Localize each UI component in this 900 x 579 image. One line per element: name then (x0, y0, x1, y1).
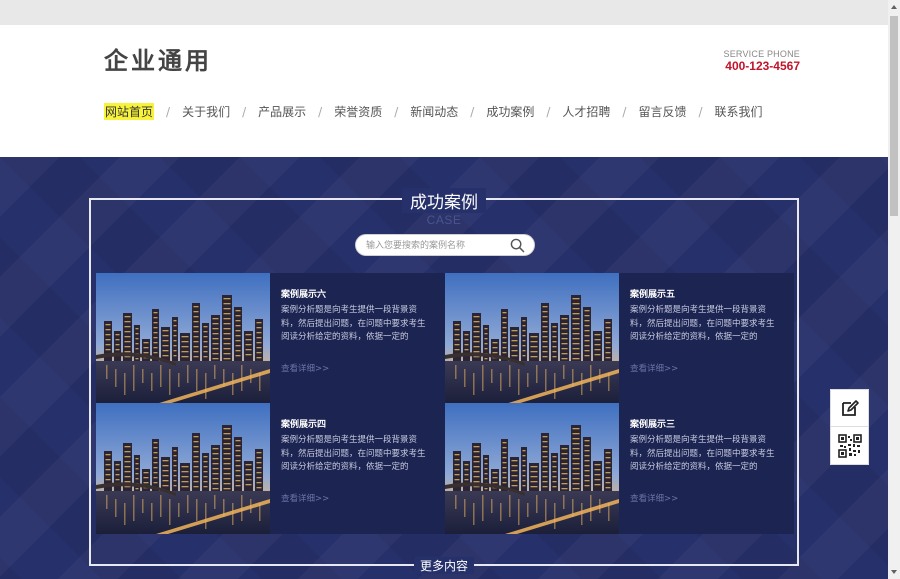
case-card[interactable]: 案例展示三 案例分析题是向考生提供一段背景资料，然后提出问题，在问题中要求考生阅… (445, 403, 794, 534)
case-image[interactable] (445, 273, 619, 404)
site-logo[interactable]: 企业通用 (104, 41, 212, 76)
nav-item-home[interactable]: 网站首页 (104, 103, 155, 120)
city-skyline-image (96, 403, 270, 534)
site-header: 企业通用 SERVICE PHONE 400-123-4567 网站首页 / 关… (0, 25, 888, 157)
nav-separator: / (242, 104, 247, 119)
case-title[interactable]: 案例展示三 (630, 417, 782, 430)
nav-separator: / (546, 104, 551, 119)
page-scrollbar[interactable] (888, 0, 900, 579)
edit-icon (841, 400, 859, 416)
case-image[interactable] (96, 273, 270, 404)
floating-toolbar (830, 389, 869, 465)
nav-item-news[interactable]: 新闻动态 (410, 103, 458, 120)
case-description: 案例分析题是向考生提供一段背景资料，然后提出问题，在问题中要求考生阅读分析给定的… (281, 435, 426, 472)
case-search-input[interactable] (366, 238, 506, 253)
section-subtitle: CASE (426, 213, 462, 227)
nav-item-cases[interactable]: 成功案例 (486, 103, 534, 120)
case-search-box (355, 234, 535, 256)
nav-separator: / (318, 104, 323, 119)
case-image[interactable] (96, 403, 270, 534)
service-phone-label: SERVICE PHONE (723, 49, 800, 59)
scroll-down-arrow-icon[interactable] (888, 565, 900, 579)
case-title[interactable]: 案例展示四 (281, 417, 433, 430)
nav-separator: / (698, 104, 703, 119)
nav-item-honors[interactable]: 荣誉资质 (334, 103, 382, 120)
scroll-up-arrow-icon[interactable] (888, 0, 900, 14)
case-detail-link[interactable]: 查看详细>> (281, 492, 433, 504)
case-grid: 案例展示六 案例分析题是向考生提供一段背景资料，然后提出问题，在问题中要求考生阅… (96, 273, 794, 534)
case-description: 案例分析题是向考生提供一段背景资料，然后提出问题，在问题中要求考生阅读分析给定的… (630, 435, 775, 472)
search-icon[interactable] (510, 238, 525, 253)
nav-item-products[interactable]: 产品展示 (258, 103, 306, 120)
case-card[interactable]: 案例展示六 案例分析题是向考生提供一段背景资料，然后提出问题，在问题中要求考生阅… (96, 273, 445, 404)
nav-separator: / (470, 104, 475, 119)
case-image[interactable] (445, 403, 619, 534)
case-description: 案例分析题是向考生提供一段背景资料，然后提出问题，在问题中要求考生阅读分析给定的… (281, 305, 426, 342)
nav-item-feedback[interactable]: 留言反馈 (638, 103, 686, 120)
city-skyline-image (445, 273, 619, 404)
service-phone-number: 400-123-4567 (725, 59, 800, 73)
scrollbar-thumb[interactable] (890, 16, 898, 216)
city-skyline-image (445, 403, 619, 534)
nav-item-jobs[interactable]: 人才招聘 (562, 103, 610, 120)
case-detail-link[interactable]: 查看详细>> (281, 362, 433, 374)
case-detail-link[interactable]: 查看详细>> (630, 362, 782, 374)
case-detail-link[interactable]: 查看详细>> (630, 492, 782, 504)
section-title: 成功案例 (402, 188, 486, 213)
browser-top-strip (0, 0, 888, 25)
nav-item-about[interactable]: 关于我们 (182, 103, 230, 120)
case-description: 案例分析题是向考生提供一段背景资料，然后提出问题，在问题中要求考生阅读分析给定的… (630, 305, 775, 342)
case-card[interactable]: 案例展示五 案例分析题是向考生提供一段背景资料，然后提出问题，在问题中要求考生阅… (445, 273, 794, 404)
more-content-link[interactable]: 更多内容 (413, 557, 475, 574)
cases-frame: 成功案例 CASE 案例展示六 案例分析题是向考生提供一段背景资料，然后提出问题… (89, 188, 799, 574)
nav-separator: / (166, 104, 171, 119)
case-title[interactable]: 案例展示六 (281, 287, 433, 300)
qr-code-icon (837, 434, 862, 458)
case-card[interactable]: 案例展示四 案例分析题是向考生提供一段背景资料，然后提出问题，在问题中要求考生阅… (96, 403, 445, 534)
nav-separator: / (622, 104, 627, 119)
nav-separator: / (394, 104, 399, 119)
feedback-button[interactable] (831, 390, 868, 427)
city-skyline-image (96, 273, 270, 404)
cases-section: 成功案例 CASE 案例展示六 案例分析题是向考生提供一段背景资料，然后提出问题… (0, 157, 888, 579)
main-nav: 网站首页 / 关于我们 / 产品展示 / 荣誉资质 / 新闻动态 / 成功案例 … (104, 103, 763, 120)
nav-item-contact[interactable]: 联系我们 (715, 103, 763, 120)
case-title[interactable]: 案例展示五 (630, 287, 782, 300)
qr-code-button[interactable] (831, 428, 868, 464)
